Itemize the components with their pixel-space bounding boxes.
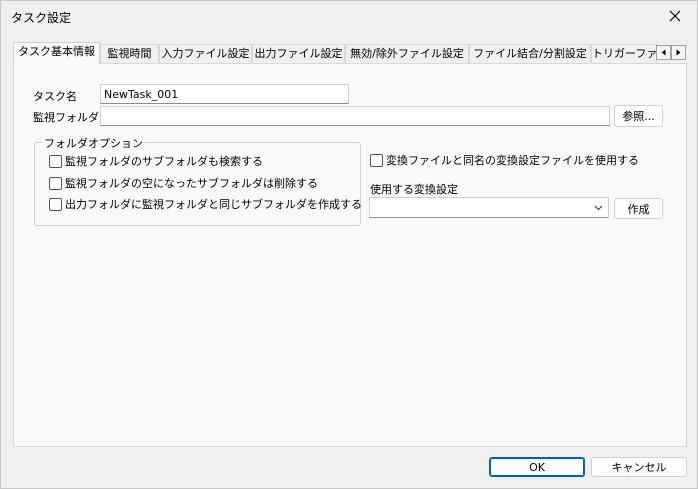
folder-options-group: フォルダオプション 監視フォルダのサブフォルダも検索する 監視フォルダの空になっ… [34, 135, 362, 226]
tab-panel-basic-info: タスク名 監視フォルダ 参照... フォルダオプション 監視フォルダのサブフォル… [13, 63, 687, 447]
watch-folder-label: 監視フォルダ [33, 111, 99, 124]
create-settings-button[interactable]: 作成 [614, 198, 663, 219]
window-title: タスク設定 [11, 11, 72, 25]
include-subfolders-label: 監視フォルダのサブフォルダも検索する [65, 155, 263, 168]
chevron-down-icon [594, 205, 603, 211]
tab-basic-info[interactable]: タスク基本情報 [13, 42, 100, 65]
task-name-input[interactable] [100, 84, 349, 104]
browse-button[interactable]: 参照... [614, 105, 663, 127]
close-button[interactable] [653, 1, 697, 31]
task-name-label: タスク名 [33, 90, 77, 103]
same-name-settings-label: 変換ファイルと同名の変換設定ファイルを使用する [386, 154, 639, 167]
mirror-subfolders-checkbox[interactable] [49, 197, 62, 211]
close-icon [669, 10, 681, 22]
dialog-window: タスク設定 タスク基本情報 監視時間 入力ファイル設定 出力ファイル設定 無効/… [0, 0, 698, 489]
mirror-subfolders-label: 出力フォルダに監視フォルダと同じサブフォルダを作成する [65, 198, 362, 211]
tab-scroll-right-button[interactable] [671, 45, 686, 60]
tab-strip: タスク基本情報 監視時間 入力ファイル設定 出力ファイル設定 無効/除外ファイル… [13, 42, 687, 65]
watch-folder-input[interactable] [100, 106, 610, 126]
mirror-subfolders-option[interactable]: 出力フォルダに監視フォルダと同じサブフォルダを作成する [49, 196, 362, 212]
title-bar: タスク設定 [1, 1, 697, 31]
same-name-settings-option[interactable]: 変換ファイルと同名の変換設定ファイルを使用する [370, 152, 639, 168]
ok-button[interactable]: OK [489, 457, 585, 477]
conversion-settings-label: 使用する変換設定 [370, 183, 458, 196]
triangle-right-icon [676, 49, 681, 56]
triangle-left-icon [661, 49, 666, 56]
delete-empty-subfolders-label: 監視フォルダの空になったサブフォルダは削除する [65, 177, 318, 190]
tab-output-file[interactable]: 出力ファイル設定 [252, 44, 345, 64]
tab-watch-time[interactable]: 監視時間 [100, 44, 159, 64]
tab-invalid-exclude-file[interactable]: 無効/除外ファイル設定 [345, 44, 469, 64]
folder-options-legend: フォルダオプション [42, 135, 145, 151]
conversion-settings-select[interactable] [369, 197, 609, 218]
tab-file-merge-split[interactable]: ファイル結合/分割設定 [469, 44, 591, 64]
delete-empty-subfolders-option[interactable]: 監視フォルダの空になったサブフォルダは削除する [49, 175, 318, 191]
same-name-settings-checkbox[interactable] [370, 153, 383, 167]
tab-scroll-left-button[interactable] [656, 45, 671, 60]
tab-input-file[interactable]: 入力ファイル設定 [159, 44, 252, 64]
cancel-button[interactable]: キャンセル [591, 457, 687, 477]
include-subfolders-option[interactable]: 監視フォルダのサブフォルダも検索する [49, 153, 263, 169]
tab-trigger-file[interactable]: トリガーファイ [591, 44, 657, 64]
delete-empty-subfolders-checkbox[interactable] [49, 176, 62, 190]
include-subfolders-checkbox[interactable] [49, 154, 62, 168]
